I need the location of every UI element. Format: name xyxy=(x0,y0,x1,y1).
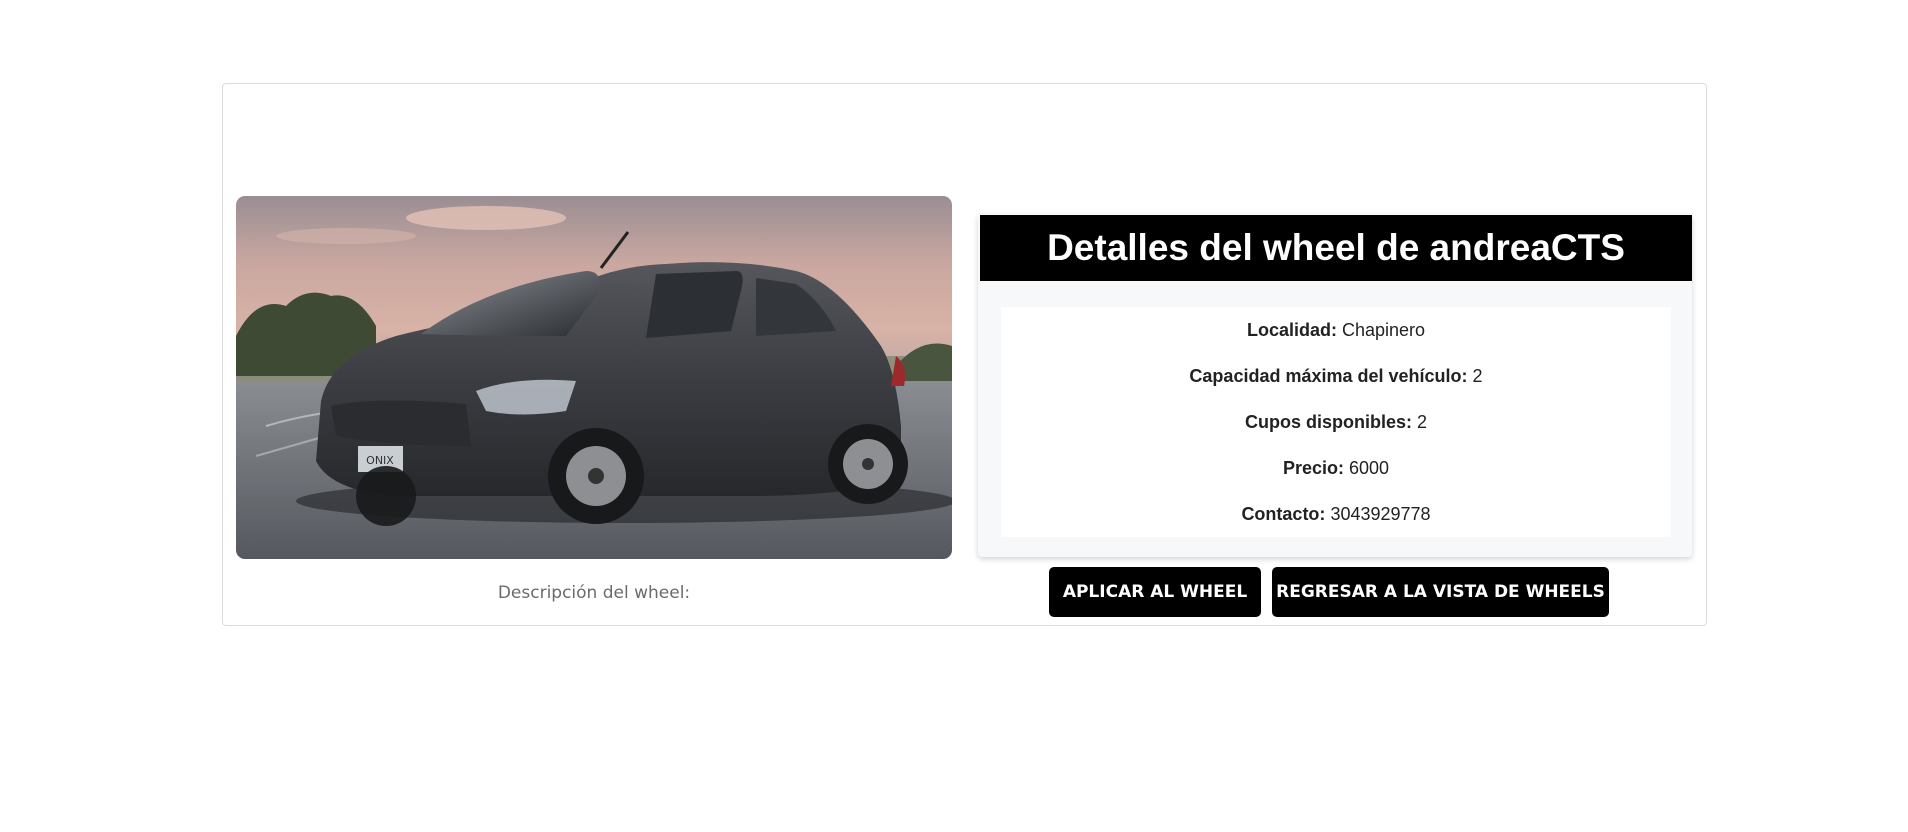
detail-label: Localidad: xyxy=(1246,320,1337,340)
details-list: Localidad: Chapinero Capacidad máxima de… xyxy=(1001,307,1671,537)
detail-value: Chapinero xyxy=(1341,320,1426,340)
detail-row-capacidad: Capacidad máxima del vehículo: 2 xyxy=(1001,366,1671,387)
detail-row-precio: Precio: 6000 xyxy=(1001,458,1671,479)
detail-value: 6000 xyxy=(1349,458,1390,478)
license-plate-text: ONIX xyxy=(366,454,394,467)
detail-row-contacto: Contacto: 3043929778 xyxy=(1001,504,1671,525)
detail-row-cupos: Cupos disponibles: 2 xyxy=(1001,412,1671,433)
description-label: Descripción del wheel: xyxy=(497,583,691,603)
detail-label: Contacto: xyxy=(1241,504,1326,524)
back-to-wheels-button[interactable]: REGRESAR A LA VISTA DE WHEELS xyxy=(1272,567,1609,617)
panel-title: Detalles del wheel de andreaCTS xyxy=(980,215,1692,281)
detail-value: 2 xyxy=(1472,366,1483,386)
car-photo: ONIX xyxy=(236,196,952,559)
detail-value: 3043929778 xyxy=(1330,504,1431,524)
apply-wheel-button[interactable]: APLICAR AL WHEEL xyxy=(1049,567,1261,617)
detail-label: Cupos disponibles: xyxy=(1244,412,1412,432)
detail-value: 2 xyxy=(1417,412,1428,432)
detail-row-localidad: Localidad: Chapinero xyxy=(1001,320,1671,341)
detail-label: Precio: xyxy=(1282,458,1344,478)
detail-label: Capacidad máxima del vehículo: xyxy=(1189,366,1468,386)
